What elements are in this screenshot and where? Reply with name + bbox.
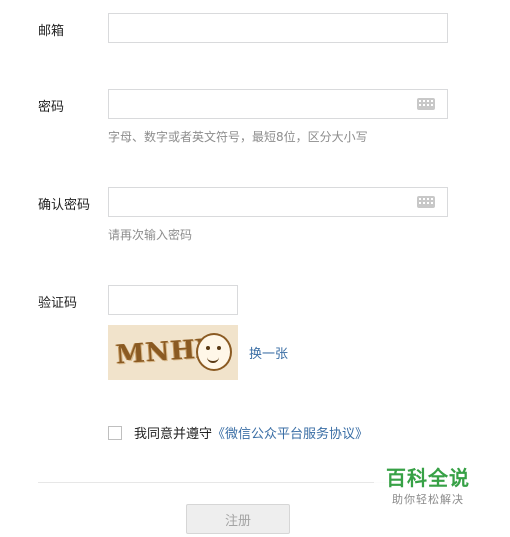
watermark: 百科全说 助你轻松解决: [374, 458, 490, 512]
agreement-text: 我同意并遵守: [134, 427, 213, 442]
agreement-checkbox[interactable]: [108, 425, 122, 440]
confirm-password-field[interactable]: [108, 187, 448, 217]
refresh-captcha-link[interactable]: 换一张: [249, 343, 288, 362]
confirm-password-hint: 请再次输入密码: [108, 228, 193, 242]
captcha-input[interactable]: [108, 285, 238, 315]
keyboard-icon[interactable]: [417, 98, 435, 110]
email-field[interactable]: [108, 13, 448, 43]
watermark-title: 百科全说: [386, 466, 470, 490]
keyboard-icon[interactable]: [417, 196, 435, 208]
confirm-password-label: 确认密码: [38, 198, 91, 213]
password-field[interactable]: [108, 89, 448, 119]
password-hint: 字母、数字或者英文符号，最短8位，区分大小写: [108, 130, 368, 144]
register-button[interactable]: 注册: [186, 504, 290, 534]
agreement-link[interactable]: 《微信公众平台服务协议》: [212, 423, 368, 442]
captcha-image[interactable]: MNHX: [108, 325, 238, 380]
agreement-row: 我同意并遵守 《微信公众平台服务协议》: [108, 423, 368, 442]
email-label: 邮箱: [38, 24, 65, 39]
password-label: 密码: [38, 100, 65, 115]
captcha-label: 验证码: [38, 296, 78, 311]
watermark-subtitle: 助你轻松解决: [392, 493, 464, 506]
smiley-face-icon: [196, 333, 232, 371]
